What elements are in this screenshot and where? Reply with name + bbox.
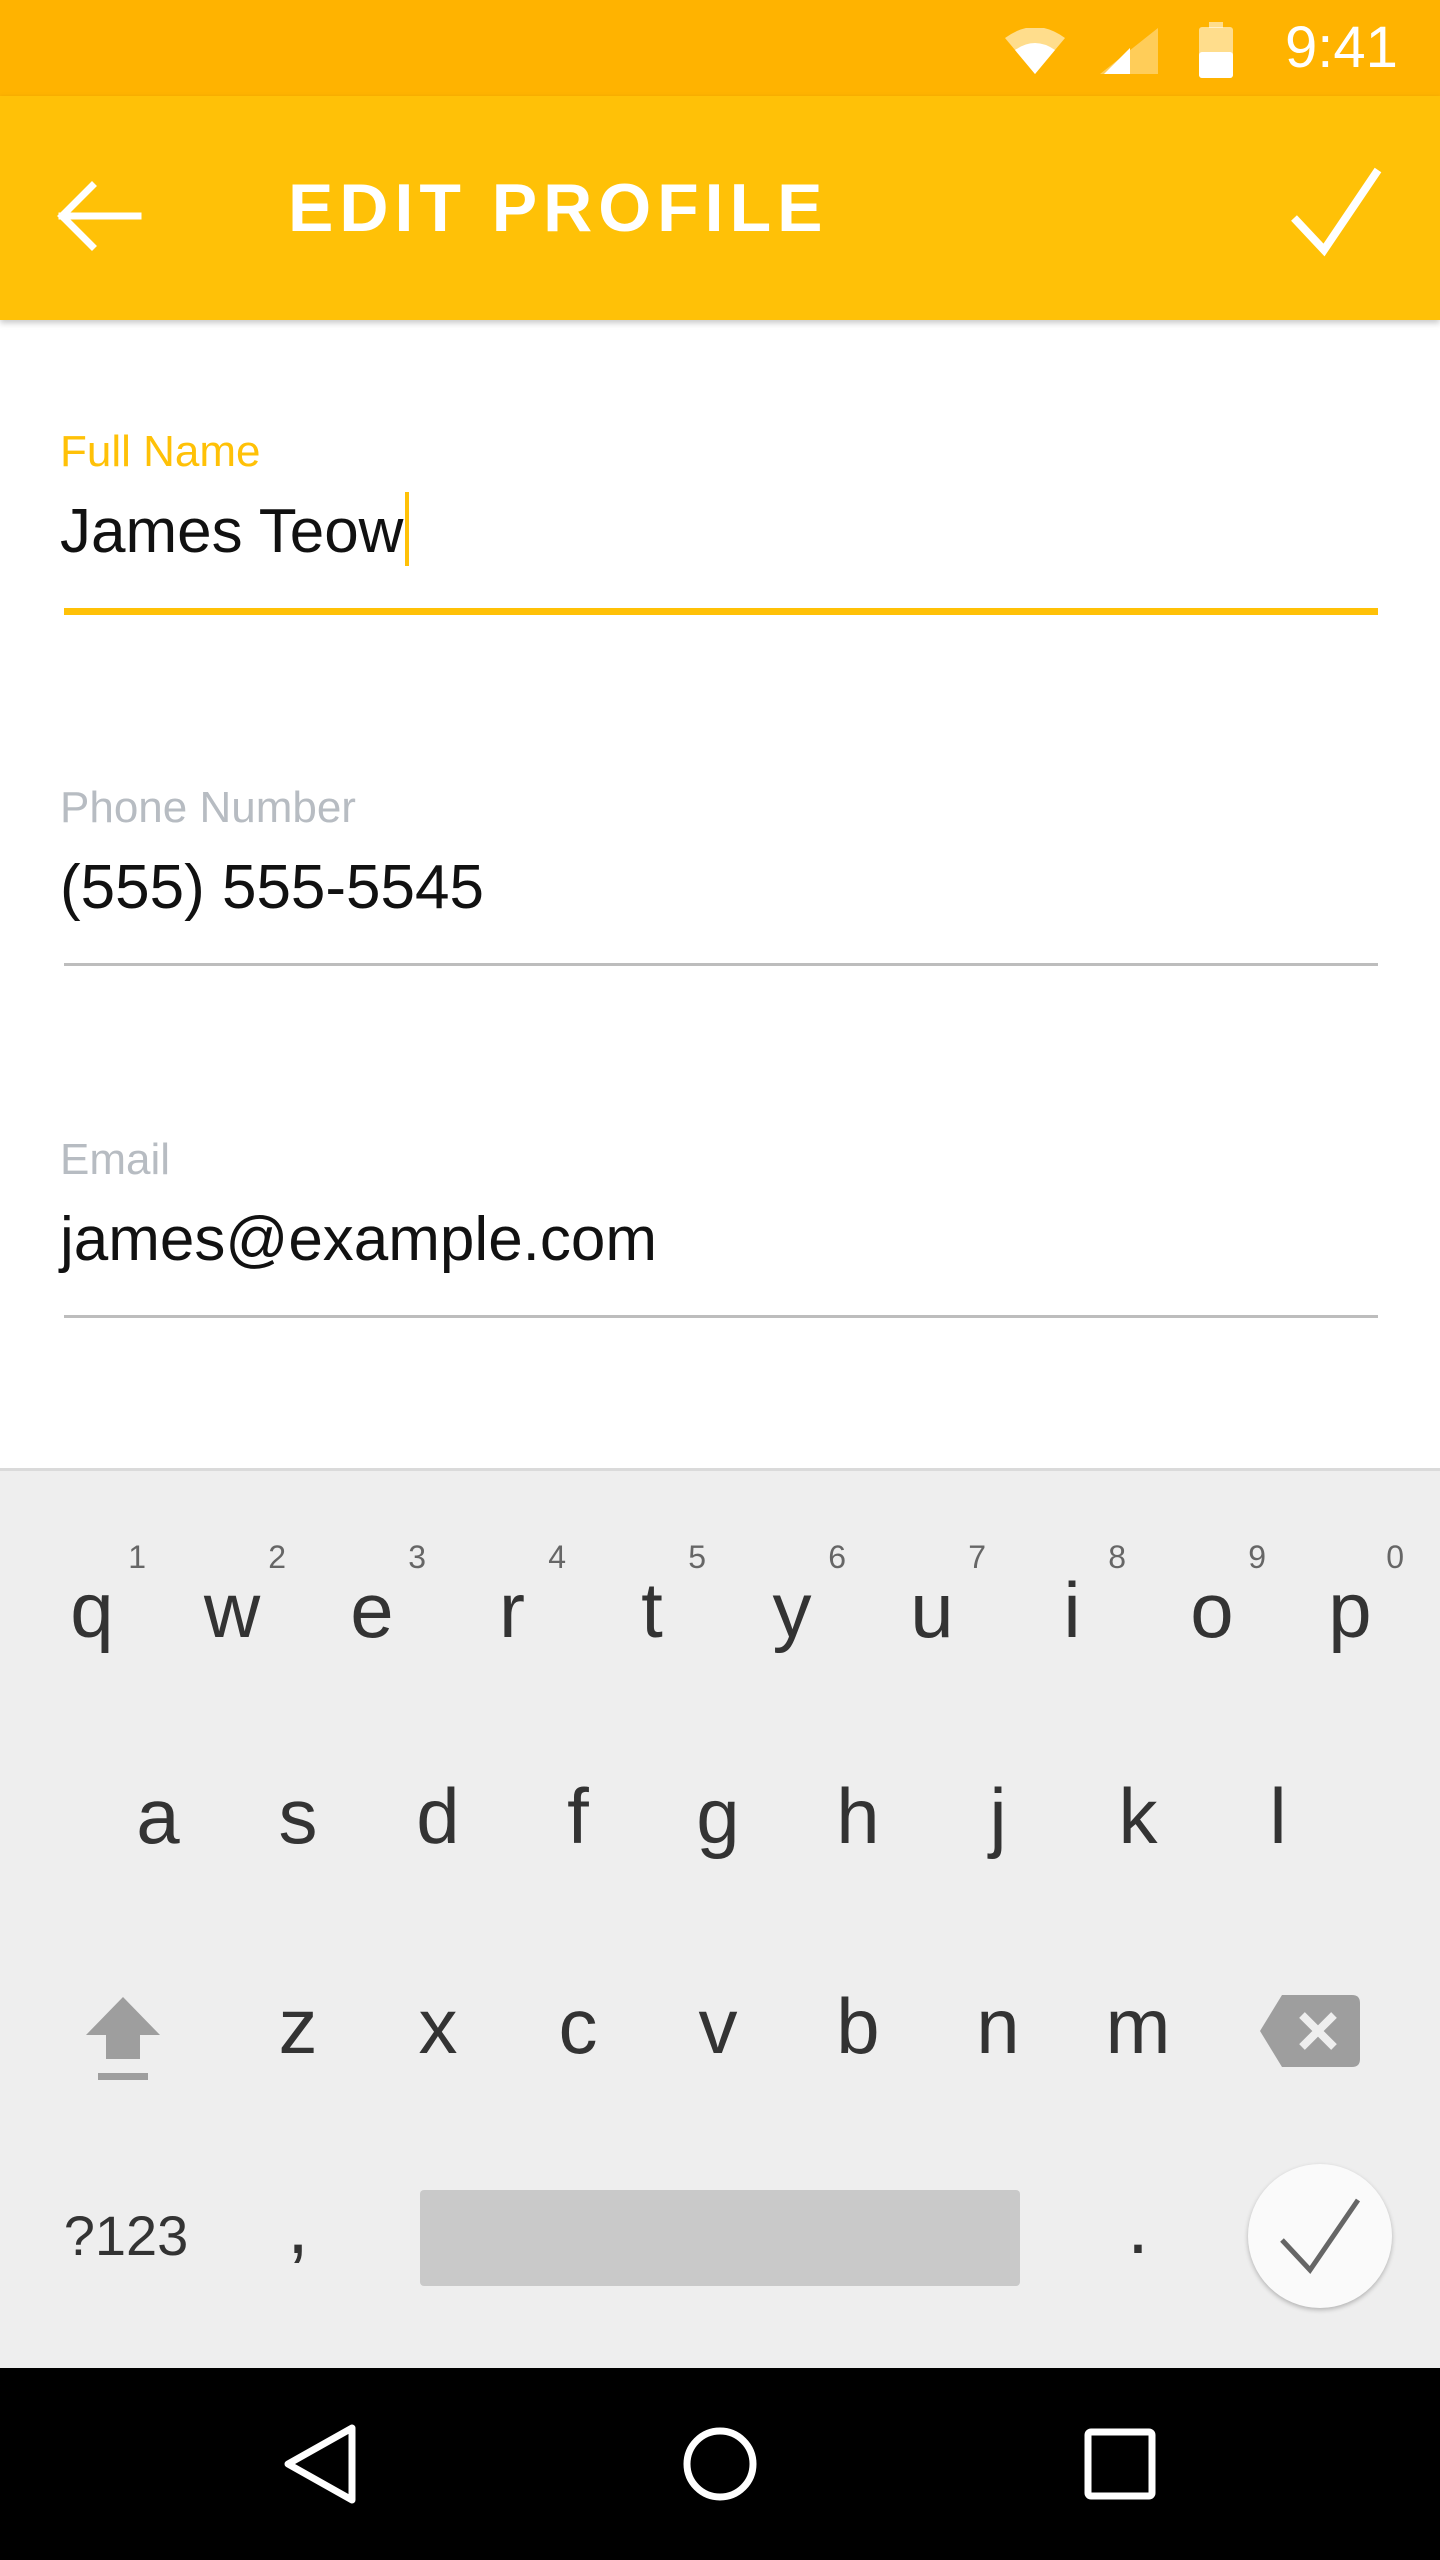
key-p[interactable]: p0 (1290, 1539, 1410, 1665)
key-e[interactable]: e3 (312, 1539, 432, 1665)
key-o[interactable]: o9 (1152, 1539, 1272, 1665)
shift-arrow-icon (86, 1997, 160, 2080)
key-q-label: q (70, 1566, 114, 1654)
full-name-value: James Teow (60, 497, 404, 566)
status-time: 9:41 (1285, 15, 1398, 80)
home-circle-icon (683, 2427, 757, 2501)
key-b[interactable]: b (798, 1971, 918, 2081)
full-name-input[interactable]: James Teow (60, 492, 410, 572)
phone-number-label: Phone Number (60, 783, 356, 832)
key-j[interactable]: j (938, 1761, 1058, 1871)
key-p-label: p (1328, 1566, 1372, 1654)
full-name-label: Full Name (60, 427, 261, 476)
key-q[interactable]: q1 (32, 1539, 152, 1665)
key-s[interactable]: s (238, 1761, 358, 1871)
nav-back-button[interactable] (270, 2414, 370, 2514)
checkmark-icon (1280, 2198, 1361, 2274)
system-nav-bar (0, 2368, 1440, 2560)
email-value: james@example.com (60, 1205, 658, 1274)
save-button[interactable] (1286, 162, 1386, 262)
status-bar: 9:41 (0, 0, 1440, 96)
key-i[interactable]: i8 (1012, 1539, 1132, 1665)
key-d[interactable]: d (378, 1761, 498, 1871)
backspace-key[interactable] (1260, 1995, 1360, 2072)
key-w[interactable]: w2 (172, 1539, 292, 1665)
key-e-hint: 3 (408, 1539, 426, 1575)
full-name-field[interactable]: Full Name James Teow (60, 424, 1378, 624)
recents-square-icon (1084, 2428, 1156, 2500)
key-w-label: w (203, 1566, 261, 1654)
shift-key[interactable] (84, 1993, 162, 2088)
back-button[interactable] (52, 166, 152, 266)
key-c[interactable]: c (518, 1971, 638, 2081)
phone-number-field[interactable]: Phone Number (555) 555-5545 (60, 780, 1378, 980)
comma-key[interactable]: , (238, 2171, 358, 2281)
phone-number-underline (64, 963, 1378, 966)
email-field[interactable]: Email james@example.com (60, 1132, 1378, 1332)
phone-number-value: (555) 555-5545 (60, 853, 484, 922)
space-bar[interactable] (420, 2190, 1020, 2286)
key-e-label: e (350, 1566, 394, 1654)
key-k[interactable]: k (1078, 1761, 1198, 1871)
app-bar: EDIT PROFILE (0, 96, 1440, 320)
key-u-label: u (910, 1566, 954, 1654)
key-i-label: i (1063, 1566, 1081, 1654)
key-o-label: o (1190, 1566, 1234, 1654)
key-v[interactable]: v (658, 1971, 778, 2081)
key-q-hint: 1 (128, 1539, 146, 1575)
back-triangle-icon (284, 2424, 356, 2504)
key-w-hint: 2 (268, 1539, 286, 1575)
symbols-key[interactable]: ?123 (56, 2181, 196, 2291)
key-i-hint: 8 (1108, 1539, 1126, 1575)
battery-icon (1199, 22, 1233, 78)
key-t[interactable]: t5 (592, 1539, 712, 1665)
text-cursor (405, 492, 410, 566)
email-input[interactable]: james@example.com (60, 1200, 657, 1280)
phone-number-input[interactable]: (555) 555-5545 (60, 848, 484, 928)
key-g[interactable]: g (658, 1761, 778, 1871)
key-x[interactable]: x (378, 1971, 498, 2081)
key-u[interactable]: u7 (872, 1539, 992, 1665)
key-z[interactable]: z (238, 1971, 358, 2081)
nav-home-button[interactable] (670, 2414, 770, 2514)
checkmark-icon (1291, 167, 1382, 257)
nav-recents-button[interactable] (1070, 2414, 1170, 2514)
email-label: Email (60, 1135, 171, 1184)
key-r-label: r (499, 1566, 525, 1654)
key-o-hint: 9 (1248, 1539, 1266, 1575)
key-l[interactable]: l (1218, 1761, 1338, 1871)
key-f[interactable]: f (518, 1761, 638, 1871)
wifi-icon (1005, 28, 1065, 74)
email-underline (64, 1315, 1378, 1318)
cell-signal-icon (1100, 28, 1158, 74)
key-a[interactable]: a (98, 1761, 218, 1871)
key-y[interactable]: y6 (732, 1539, 852, 1665)
key-p-hint: 0 (1386, 1539, 1404, 1575)
key-r[interactable]: r4 (452, 1539, 572, 1665)
key-y-hint: 6 (828, 1539, 846, 1575)
key-u-hint: 7 (968, 1539, 986, 1575)
key-n[interactable]: n (938, 1971, 1058, 2081)
page-title: EDIT PROFILE (288, 170, 829, 246)
soft-keyboard: q1 w2 e3 r4 t5 y6 u7 i8 o9 p0 a s d f g … (0, 1468, 1440, 2371)
key-t-hint: 5 (688, 1539, 706, 1575)
period-key[interactable]: . (1078, 2171, 1198, 2281)
key-m[interactable]: m (1078, 1971, 1198, 2081)
key-t-label: t (641, 1566, 663, 1654)
backspace-icon (1260, 1995, 1360, 2067)
key-r-hint: 4 (548, 1539, 566, 1575)
done-key[interactable] (1248, 2164, 1392, 2308)
arrow-left-icon (57, 181, 142, 251)
key-h[interactable]: h (798, 1761, 918, 1871)
key-y-label: y (772, 1566, 812, 1654)
full-name-underline (64, 608, 1378, 615)
